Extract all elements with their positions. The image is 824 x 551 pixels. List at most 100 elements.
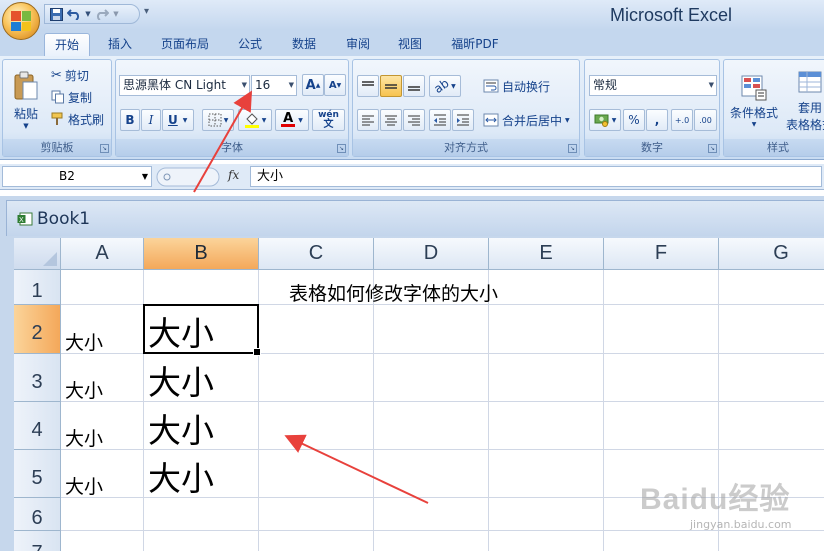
row-header-7[interactable]: 7 [14, 531, 61, 551]
formula-input[interactable]: 大小 [250, 166, 822, 187]
align-center-button[interactable] [380, 109, 402, 131]
row-header-2[interactable]: 2 [14, 305, 61, 354]
row-header-6[interactable]: 6 [14, 498, 61, 531]
font-group: 思源黑体 CN Light ▼ 16 ▼ A▲ A▼ B I U ▼ ▼ ▼ [115, 59, 349, 157]
decrease-indent-icon [434, 114, 446, 126]
merge-center-button[interactable]: 合并后居中 ▼ [483, 110, 570, 130]
paste-icon [14, 71, 38, 99]
underline-button[interactable]: U ▼ [162, 109, 194, 131]
alignment-launcher-icon[interactable]: ↘ [568, 144, 577, 153]
copy-icon [51, 90, 64, 104]
insert-function-button[interactable]: fx [228, 168, 239, 182]
clipboard-group: 粘贴 ▼ ✂ 剪切 复制 格式刷 剪贴板 ↘ [2, 59, 112, 157]
comma-button[interactable]: , [646, 109, 668, 131]
decrease-decimal-button[interactable]: .00 [694, 109, 717, 131]
gridline-vertical [373, 270, 374, 551]
column-header-g[interactable]: G [719, 238, 824, 270]
save-icon[interactable] [49, 7, 63, 21]
font-size-dropdown-icon[interactable]: ▼ [289, 76, 294, 95]
row-header-1[interactable]: 1 [14, 270, 61, 305]
app-title: Microsoft Excel [610, 5, 733, 25]
font-group-label: 字体 [116, 139, 348, 156]
borders-button[interactable]: ▼ [202, 109, 234, 131]
number-launcher-icon[interactable]: ↘ [708, 144, 717, 153]
phonetic-button[interactable]: wén 文 [312, 109, 345, 131]
gridline-vertical [718, 270, 719, 551]
column-header-b[interactable]: B [144, 238, 259, 270]
align-top-button[interactable] [357, 75, 379, 97]
percent-button[interactable]: % [623, 109, 645, 131]
cell-a3[interactable]: 大小 [65, 376, 103, 403]
tab-formulas[interactable]: 公式 [228, 33, 272, 56]
tab-view[interactable]: 视图 [388, 33, 432, 56]
office-button[interactable] [2, 2, 40, 40]
row-header-5[interactable]: 5 [14, 450, 61, 498]
increase-indent-button[interactable] [452, 109, 474, 131]
copy-button[interactable]: 复制 [51, 88, 92, 106]
orientation-button[interactable]: ab ▼ [429, 75, 461, 97]
align-right-icon [408, 115, 420, 126]
tab-review[interactable]: 审阅 [336, 33, 380, 56]
align-top-icon [362, 81, 374, 86]
styles-group-label: 样式 [724, 139, 824, 156]
decrease-indent-button[interactable] [429, 109, 451, 131]
cell-b5[interactable]: 大小 [148, 452, 214, 500]
row-header-4[interactable]: 4 [14, 402, 61, 450]
undo-dropdown-icon[interactable]: ▼ [85, 7, 91, 21]
grow-font-button[interactable]: A ▲ [302, 74, 324, 96]
font-color-button[interactable]: A ▼ [275, 109, 309, 131]
wrap-text-button[interactable]: 自动换行 [483, 76, 550, 96]
font-color-dropdown-icon: ▼ [298, 116, 303, 124]
clipboard-launcher-icon[interactable]: ↘ [100, 144, 109, 153]
font-size-combo[interactable]: 16 ▼ [251, 75, 297, 96]
redo-icon[interactable] [95, 7, 109, 21]
align-middle-button[interactable] [380, 75, 402, 97]
formula-bar-resize-handle[interactable] [156, 166, 220, 188]
redo-dropdown-icon[interactable]: ▼ [113, 7, 119, 21]
currency-icon [594, 114, 609, 127]
cell-a4[interactable]: 大小 [65, 424, 103, 451]
align-bottom-button[interactable] [403, 75, 425, 97]
fill-color-button[interactable]: ▼ [238, 109, 272, 131]
format-as-table-button[interactable]: 套用 表格格式 [784, 66, 824, 136]
select-all-button[interactable] [14, 238, 61, 270]
cut-button[interactable]: ✂ 剪切 [51, 66, 89, 84]
tab-insert[interactable]: 插入 [98, 33, 142, 56]
name-box[interactable]: B2 ▼ [2, 166, 152, 187]
align-bottom-icon [408, 86, 420, 91]
conditional-format-label: 条件格式 [729, 106, 778, 120]
font-name-dropdown-icon[interactable]: ▼ [242, 76, 247, 95]
align-left-button[interactable] [357, 109, 379, 131]
cell-b3[interactable]: 大小 [148, 356, 214, 404]
font-name-combo[interactable]: 思源黑体 CN Light ▼ [119, 75, 250, 96]
customize-icon[interactable]: ▾ [144, 6, 149, 17]
number-format-combo[interactable]: 常规 ▼ [589, 75, 717, 96]
conditional-format-button[interactable]: 条件格式 ▼ [726, 66, 782, 136]
italic-button[interactable]: I [141, 109, 161, 131]
bold-button[interactable]: B [120, 109, 140, 131]
cell-c1[interactable]: 表格如何修改字体的大小 [289, 279, 498, 306]
column-header-c[interactable]: C [259, 238, 374, 270]
column-header-a[interactable]: A [61, 238, 144, 270]
align-right-button[interactable] [403, 109, 425, 131]
tab-foxit-pdf[interactable]: 福昕PDF [442, 33, 508, 56]
tab-home[interactable]: 开始 [44, 33, 90, 56]
column-header-f[interactable]: F [604, 238, 719, 270]
undo-icon[interactable] [67, 7, 81, 21]
name-box-dropdown-icon[interactable]: ▼ [142, 167, 148, 186]
row-header-3[interactable]: 3 [14, 354, 61, 402]
cell-a5[interactable]: 大小 [65, 472, 103, 499]
column-header-d[interactable]: D [374, 238, 489, 270]
tab-page-layout[interactable]: 页面布局 [152, 33, 218, 56]
column-header-e[interactable]: E [489, 238, 604, 270]
increase-decimal-button[interactable]: +.0 [671, 109, 693, 131]
number-format-dropdown-icon[interactable]: ▼ [709, 76, 714, 95]
cell-a2[interactable]: 大小 [65, 328, 103, 355]
font-launcher-icon[interactable]: ↘ [337, 144, 346, 153]
currency-button[interactable]: ▼ [589, 109, 621, 131]
format-painter-button[interactable]: 格式刷 [51, 110, 104, 128]
paste-button[interactable]: 粘贴 ▼ [7, 64, 45, 136]
shrink-font-button[interactable]: A ▼ [324, 74, 346, 96]
tab-data[interactable]: 数据 [282, 33, 326, 56]
cell-b4[interactable]: 大小 [148, 404, 214, 452]
